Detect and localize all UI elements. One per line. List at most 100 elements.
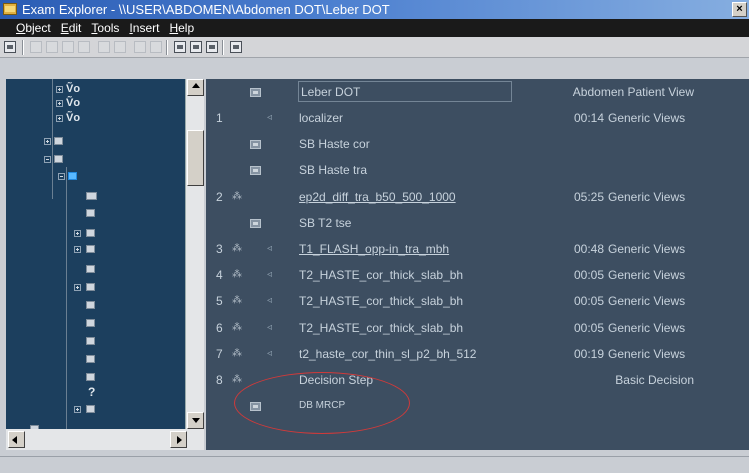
tree-vertical-scrollbar[interactable] <box>185 79 204 429</box>
program-icon <box>250 88 261 97</box>
duration: 00:05 <box>573 320 604 335</box>
step-number: 7 <box>216 346 223 361</box>
folder-icon <box>54 137 63 145</box>
step-number: 3 <box>216 242 223 256</box>
duration: 05:25 <box>573 189 604 204</box>
copy-icon[interactable] <box>46 41 58 53</box>
list-item[interactable]: 2 ⁂ ep2d_diff_tra_b50_500_1000 05:25 Generic… <box>206 184 749 210</box>
scroll-thumb[interactable] <box>187 130 204 186</box>
view-label: Generic Views <box>608 346 686 361</box>
menu-help[interactable]: Help <box>169 19 194 37</box>
collapse-icon[interactable] <box>58 173 65 180</box>
list-item[interactable]: 3 ⁂ ◃ T1_FLASH_opp-in_tra_mbh 00:48 Generic V… <box>206 236 749 262</box>
toolbar-separator <box>166 40 168 55</box>
speaker-icon: ◃ <box>267 269 273 281</box>
menu-tools[interactable]: Tools <box>91 19 119 37</box>
person-icon: ⁂ <box>232 243 242 254</box>
tree-horizontal-scrollbar[interactable] <box>6 429 204 450</box>
protocol-name[interactable]: T2_HASTE_cor_thick_slab_bh <box>299 262 463 288</box>
folder-icon <box>86 283 95 291</box>
scroll-down-button[interactable] <box>187 412 204 429</box>
print-icon[interactable] <box>230 41 242 53</box>
menu-insert[interactable]: Insert <box>129 19 159 37</box>
menu-object[interactable]: Object <box>16 19 51 37</box>
protocol-name[interactable]: T1_FLASH_opp-in_tra_mbh <box>299 236 449 262</box>
menu-edit[interactable]: Edit <box>61 19 82 37</box>
folder-icon <box>86 355 95 363</box>
protocol-name[interactable]: T2_HASTE_cor_thick_slab_bh <box>299 288 463 314</box>
list-item[interactable]: 4 ⁂ ◃ T2_HASTE_cor_thick_slab_bh 00:05 Generi… <box>206 262 749 288</box>
arrow-left-icon <box>12 436 17 444</box>
folder-icon <box>86 301 95 309</box>
scroll-up-button[interactable] <box>187 79 204 96</box>
view-label: Generic Views <box>608 320 686 335</box>
expand-icon[interactable] <box>74 284 81 291</box>
rename-icon[interactable] <box>150 41 162 53</box>
expand-icon[interactable] <box>74 406 81 413</box>
save-icon[interactable] <box>206 41 218 53</box>
folder-icon <box>54 155 63 163</box>
properties-icon[interactable] <box>4 41 16 53</box>
close-button[interactable]: × <box>732 2 747 17</box>
protocol-name[interactable]: SB Haste cor <box>299 131 370 157</box>
search-icon[interactable] <box>174 41 186 53</box>
list-item[interactable]: SB Haste tra <box>206 157 749 183</box>
protocol-name[interactable]: localizer <box>299 105 343 131</box>
expand-icon[interactable] <box>44 138 51 145</box>
tree-line <box>52 79 53 199</box>
expand-icon[interactable] <box>56 100 63 107</box>
folder-icon <box>86 245 95 253</box>
view-label: Generic Views <box>608 294 686 309</box>
list-item[interactable]: SB T2 tse <box>206 210 749 236</box>
tree-view-icon[interactable] <box>190 41 202 53</box>
arrow-icon <box>68 172 77 180</box>
protocol-name[interactable]: t2_haste_cor_thin_sl_p2_bh_512 <box>299 341 476 367</box>
view-label: Generic Views <box>608 268 686 283</box>
speaker-icon: ◃ <box>267 321 273 333</box>
exam-explorer-app-icon <box>3 3 17 15</box>
program-name-field[interactable]: Leber DOT <box>298 81 512 102</box>
folder-icon <box>86 265 95 273</box>
person-icon: ⁂ <box>232 374 242 385</box>
exam-tree[interactable]: Ṽo Ṽo Ṽo ? <box>6 79 204 450</box>
step-number: 4 <box>216 268 223 283</box>
folder-icon <box>250 218 261 228</box>
list-item[interactable]: 5 ⁂ ◃ T2_HASTE_cor_thick_slab_bh 00:05 Generi… <box>206 288 749 314</box>
annotation-circle <box>234 372 410 434</box>
expand-icon[interactable] <box>74 246 81 253</box>
step-number: 1 <box>216 111 223 125</box>
step-number: 6 <box>216 320 223 335</box>
collapse-icon[interactable] <box>44 156 51 163</box>
protocol-name[interactable]: T2_HASTE_cor_thick_slab_bh <box>299 315 463 341</box>
list-item[interactable]: 7 ⁂ ◃ t2_haste_cor_thin_sl_p2_bh_512 00:19 Ge… <box>206 341 749 367</box>
folder-icon <box>86 405 95 413</box>
toolbar-separator <box>222 40 224 55</box>
protocol-name[interactable]: SB Haste tra <box>299 157 367 183</box>
expand-icon[interactable] <box>56 86 63 93</box>
list-item[interactable]: 6 ⁂ ◃ T2_HASTE_cor_thick_slab_bh 00:05 Generi… <box>206 315 749 341</box>
protocol-name[interactable]: ep2d_diff_tra_b50_500_1000 <box>299 184 456 210</box>
list-item[interactable]: 1 ◃ localizer 00:14 Generic Views <box>206 105 749 131</box>
list-item[interactable]: SB Haste cor <box>206 131 749 157</box>
scroll-right-button[interactable] <box>170 431 187 448</box>
move-down-icon[interactable] <box>114 41 126 53</box>
protocol-name[interactable]: SB T2 tse <box>299 210 351 236</box>
expand-icon[interactable] <box>74 230 81 237</box>
cut-icon[interactable] <box>30 41 42 53</box>
scroll-left-button[interactable] <box>8 431 25 448</box>
move-up-icon[interactable] <box>98 41 110 53</box>
folder-icon <box>86 209 95 217</box>
edit-icon[interactable] <box>134 41 146 53</box>
paste-icon[interactable] <box>62 41 74 53</box>
person-icon: ⁂ <box>232 321 242 333</box>
toolbar <box>0 37 749 58</box>
expand-icon[interactable] <box>56 115 63 122</box>
list-header-row[interactable]: Leber DOT Abdomen Patient View <box>206 79 749 105</box>
duration: 00:05 <box>573 294 604 309</box>
folder-icon <box>86 373 95 381</box>
folder-icon <box>250 166 261 176</box>
speaker-icon: ◃ <box>267 112 273 123</box>
window-title: Exam Explorer - \\USER\ABDOMEN\Abdomen D… <box>22 2 390 17</box>
delete-icon[interactable] <box>78 41 90 53</box>
view-label: Generic Views <box>608 242 686 256</box>
